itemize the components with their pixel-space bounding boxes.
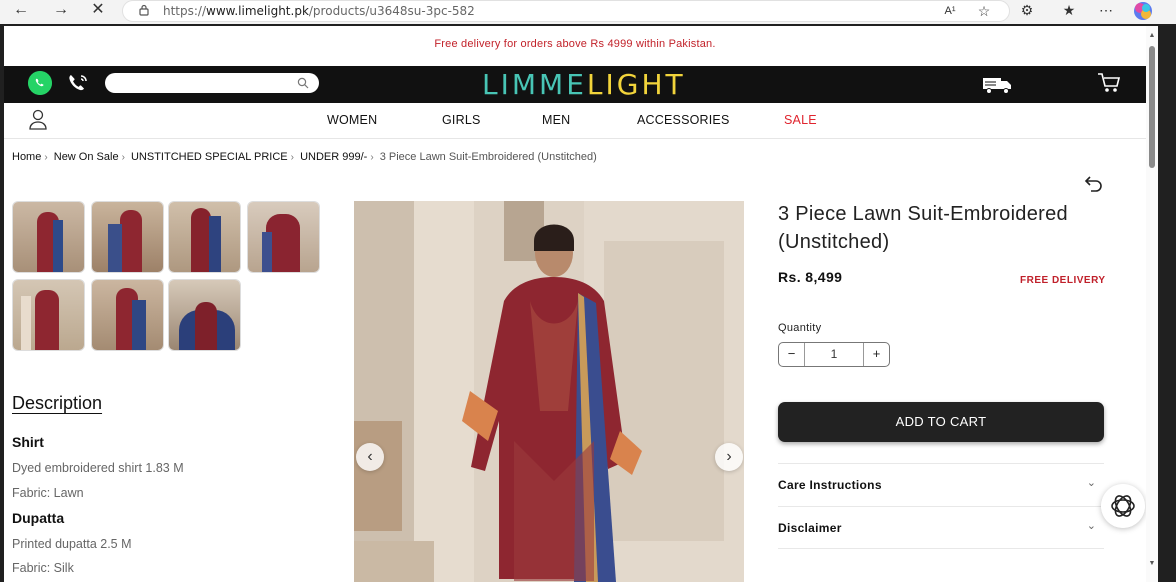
quantity-stepper: − 1 + — [778, 342, 890, 367]
share-back-icon[interactable] — [1084, 174, 1104, 192]
site-header: LIMMELIGHT — [4, 66, 1146, 103]
product-price: Rs. 8,499 — [778, 269, 843, 285]
browser-window: ← → ✕ https://www.limelight.pk/products/… — [0, 0, 1176, 582]
scroll-down-icon[interactable]: ▼ — [1148, 560, 1156, 567]
dupatta-detail: Printed dupatta 2.5 M — [12, 537, 132, 551]
browser-toolbar: ← → ✕ https://www.limelight.pk/products/… — [0, 0, 1176, 24]
breadcrumb-new-on-sale[interactable]: New On Sale — [54, 151, 119, 163]
nav-men[interactable]: MEN — [542, 113, 570, 127]
quantity-label: Quantity — [778, 322, 822, 334]
product-thumbnail[interactable] — [168, 279, 241, 351]
page-scrollbar[interactable]: ▲ ▼ — [1146, 26, 1158, 582]
more-icon[interactable]: ⋯ — [1095, 0, 1117, 22]
scrollbar-thumb[interactable] — [1149, 46, 1155, 168]
read-aloud-icon[interactable]: A¹ — [939, 1, 961, 23]
user-account-icon[interactable] — [28, 109, 48, 131]
accordion-care-instructions[interactable]: Care Instructions ⌄ — [778, 463, 1104, 506]
description-title: Description — [12, 393, 103, 413]
shirt-detail: Dyed embroidered shirt 1.83 M — [12, 461, 184, 475]
quantity-input[interactable]: 1 — [805, 343, 863, 366]
dupatta-fabric: Fabric: Silk — [12, 561, 74, 575]
search-icon[interactable] — [297, 77, 309, 89]
product-main-image: ‹ › — [354, 201, 744, 582]
product-thumbnail[interactable] — [12, 201, 85, 273]
accordion-label: Disclaimer — [778, 521, 842, 535]
url-text: https://www.limelight.pk/products/u3648s… — [163, 4, 475, 18]
nav-girls[interactable]: GIRLS — [442, 113, 481, 127]
scroll-up-icon[interactable]: ▲ — [1148, 32, 1156, 39]
delivery-truck-icon — [983, 78, 1011, 94]
breadcrumb: Home › New On Sale › UNSTITCHED SPECIAL PR… — [12, 151, 597, 163]
chat-assistant-icon[interactable] — [1101, 484, 1145, 528]
copilot-icon[interactable] — [1132, 0, 1154, 22]
promo-banner: Free delivery for orders above Rs 4999 w… — [434, 38, 716, 50]
close-icon[interactable]: ✕ — [87, 0, 109, 22]
breadcrumb-unstitched[interactable]: UNSTITCHED SPECIAL PRICE — [131, 151, 288, 163]
back-icon[interactable]: ← — [10, 0, 32, 22]
product-thumbnail[interactable] — [91, 201, 164, 273]
favorite-star-icon[interactable]: ☆ — [973, 1, 995, 23]
prev-image-button[interactable]: ‹ — [356, 443, 384, 471]
site-logo[interactable]: LIMMELIGHT — [482, 68, 686, 101]
dupatta-heading: Dupatta — [12, 510, 65, 526]
address-bar[interactable]: https://www.limelight.pk/products/u3648s… — [122, 0, 1010, 22]
free-delivery-badge: FREE DELIVERY — [1020, 275, 1106, 286]
quantity-increase-button[interactable]: + — [863, 343, 889, 366]
page-viewport: Free delivery for orders above Rs 4999 w… — [4, 26, 1158, 582]
nav-sale[interactable]: SALE — [784, 113, 817, 127]
product-thumbnail[interactable] — [168, 201, 241, 273]
breadcrumb-under-999[interactable]: UNDER 999/- — [300, 151, 367, 163]
shirt-fabric: Fabric: Lawn — [12, 486, 84, 500]
product-thumbnail[interactable] — [91, 279, 164, 351]
breadcrumb-home[interactable]: Home — [12, 151, 41, 163]
search-input[interactable] — [105, 73, 319, 93]
phone-icon[interactable] — [66, 72, 90, 96]
chevron-down-icon: ⌄ — [1086, 477, 1096, 489]
product-thumbnail[interactable] — [247, 201, 320, 273]
chevron-down-icon: ⌄ — [1086, 520, 1096, 532]
accordion-disclaimer[interactable]: Disclaimer ⌄ — [778, 506, 1104, 549]
model-photo — [354, 201, 744, 582]
nav-accessories[interactable]: ACCESSORIES — [637, 113, 730, 127]
forward-icon[interactable]: → — [50, 0, 72, 22]
cart-icon[interactable] — [1097, 72, 1121, 94]
next-image-button[interactable]: › — [715, 443, 743, 471]
product-title: 3 Piece Lawn Suit-Embroidered (Unstitche… — [778, 203, 1068, 253]
accordion-label: Care Instructions — [778, 478, 882, 492]
shirt-heading: Shirt — [12, 434, 44, 450]
whatsapp-icon[interactable] — [28, 71, 52, 95]
extensions-icon[interactable]: ⚙ — [1016, 0, 1038, 22]
nav-women[interactable]: WOMEN — [327, 113, 377, 127]
quantity-decrease-button[interactable]: − — [779, 343, 805, 366]
lock-icon — [139, 4, 149, 16]
product-thumbnail[interactable] — [12, 279, 85, 351]
favorites-icon[interactable]: ★ — [1058, 0, 1080, 22]
breadcrumb-current: 3 Piece Lawn Suit-Embroidered (Unstitche… — [379, 151, 597, 163]
add-to-cart-button[interactable]: ADD TO CART — [778, 402, 1104, 442]
main-navigation: WOMEN GIRLS MEN ACCESSORIES SALE — [4, 103, 1146, 139]
